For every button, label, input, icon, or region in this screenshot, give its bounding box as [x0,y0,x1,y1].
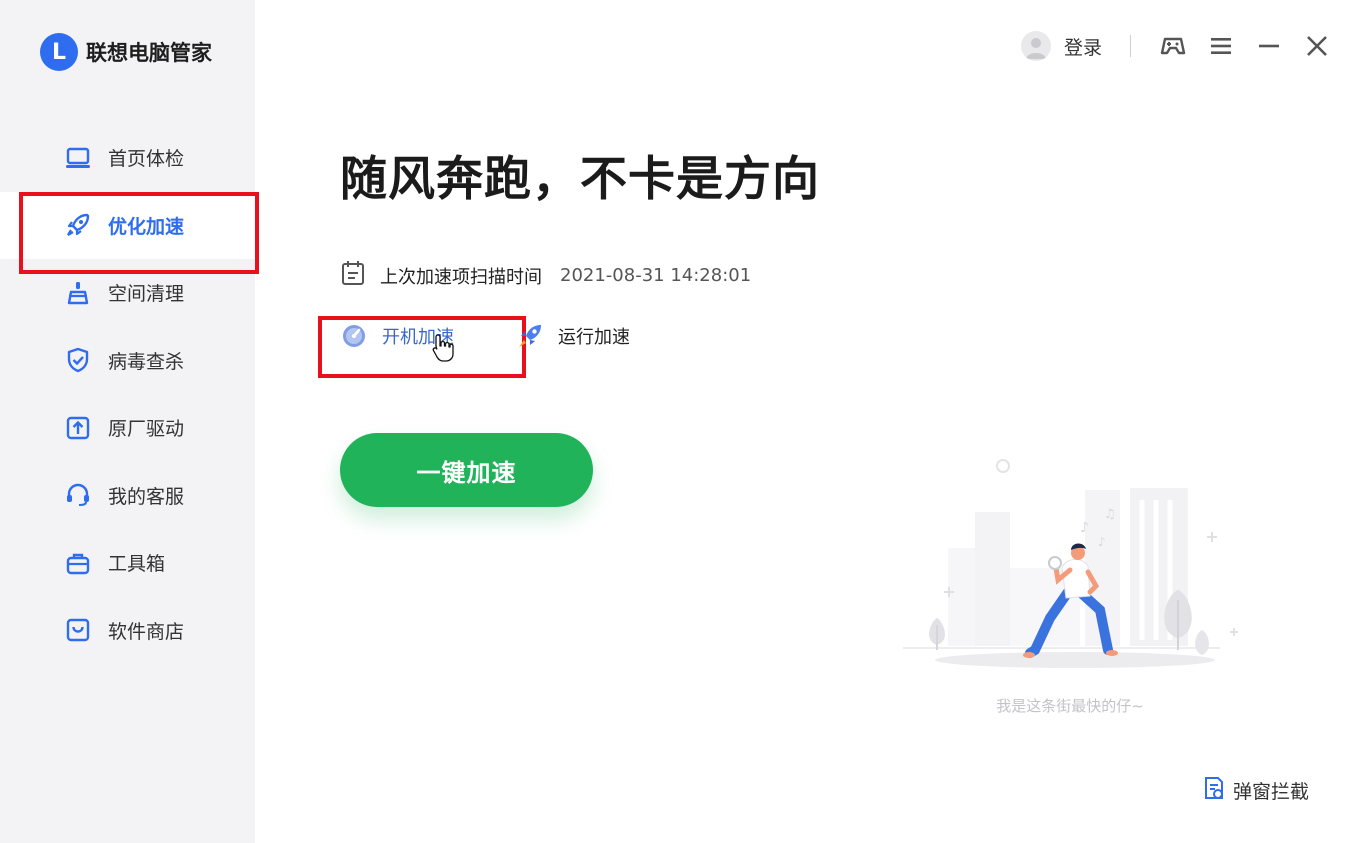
shield-icon [65,347,91,373]
svg-text:♪: ♪ [1098,535,1106,549]
divider [1130,35,1131,57]
sidebar-item-label: 病毒查杀 [108,350,185,373]
scan-time: 2021-08-31 14:28:01 [560,265,752,286]
popup-block-label: 弹窗拦截 [1233,781,1310,803]
gauge-icon [340,322,368,350]
sidebar-item-label: 工具箱 [108,553,166,576]
sidebar-item-drivers[interactable]: 原厂驱动 [0,394,255,462]
sidebar-item-label: 优化加速 [108,215,185,238]
sidebar-item-label: 我的客服 [108,485,185,508]
acceleration-tabs: 开机加速 运行加速 [340,318,630,354]
popup-block-button[interactable]: 弹窗拦截 [1203,776,1309,805]
broom-icon [65,280,91,306]
illustration-caption: 我是这条街最快的仔~ [996,697,1144,715]
tab-label: 运行加速 [558,327,630,348]
svg-text:♫: ♫ [1104,507,1116,522]
sidebar-item-toolbox[interactable]: 工具箱 [0,529,255,597]
store-bag-icon [65,617,91,643]
sidebar-item-software-store[interactable]: 软件商店 [0,597,255,665]
sidebar-item-label: 首页体检 [108,148,185,171]
toolbox-icon [65,550,91,576]
login-button[interactable]: 登录 [1064,33,1102,60]
svg-text:♪: ♪ [1080,520,1089,536]
page-title: 随风奔跑，不卡是方向 [340,152,820,207]
headset-icon [65,482,91,508]
sidebar-item-space-clean[interactable]: 空间清理 [0,259,255,327]
runner-illustration: ♪ ♫ ♪ [900,450,1250,684]
sidebar-item-label: 空间清理 [108,283,185,306]
app-title: 联想电脑管家 [86,41,212,65]
sidebar-item-home-checkup[interactable]: 首页体检 [0,124,255,192]
sidebar-item-optimize[interactable]: 优化加速 [0,191,255,259]
app-logo: L [40,33,78,71]
close-icon[interactable] [1293,24,1341,68]
brand: L 联想电脑管家 [40,33,212,71]
tab-runtime-acceleration[interactable]: 运行加速 [516,322,630,350]
scan-info-row: 上次加速项扫描时间 2021-08-31 14:28:01 [340,259,751,292]
top-bar: 登录 [1020,24,1341,68]
sidebar-nav: 首页体检 优化加速 空间清理 病毒查杀 原厂驱动 我的客服 工具箱 软件商店 [0,124,255,664]
menu-icon[interactable] [1197,24,1245,68]
sidebar-item-customer-service[interactable]: 我的客服 [0,462,255,530]
sidebar-item-virus-scan[interactable]: 病毒查杀 [0,327,255,395]
rocket-icon [65,212,91,238]
sidebar-item-label: 原厂驱动 [108,418,185,441]
minimize-icon[interactable] [1245,24,1293,68]
upload-box-icon [65,415,91,441]
gamepad-icon[interactable] [1149,24,1197,68]
avatar[interactable] [1020,31,1051,61]
scan-label: 上次加速项扫描时间 [380,266,542,288]
calendar-icon [340,259,366,292]
hand-cursor-icon [432,333,454,367]
document-shield-icon [1203,776,1225,805]
one-click-boost-button[interactable]: 一键加速 [340,433,593,507]
sidebar: L 联想电脑管家 首页体检 优化加速 空间清理 病毒查杀 原厂驱动 我的客服 工… [0,0,255,843]
rocket-icon [516,322,544,350]
sidebar-item-label: 软件商店 [108,620,185,643]
laptop-icon [65,145,91,171]
